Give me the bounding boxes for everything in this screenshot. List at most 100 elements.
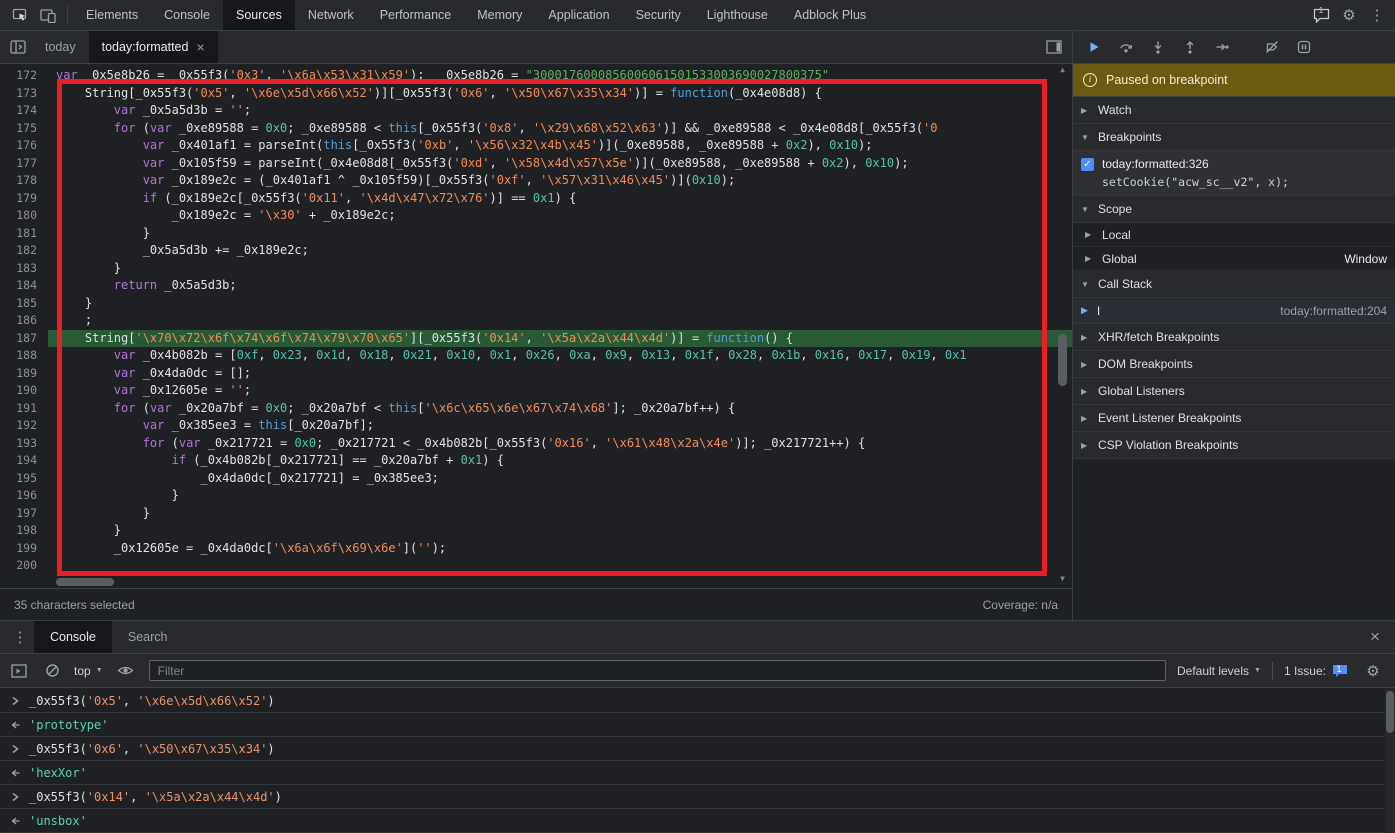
- line-number[interactable]: 182: [0, 242, 48, 260]
- console-result-row[interactable]: 'hexXor': [0, 761, 1385, 785]
- close-drawer-icon[interactable]: ×: [1361, 624, 1389, 650]
- tab-performance[interactable]: Performance: [367, 0, 465, 30]
- resume-script-icon[interactable]: [1081, 35, 1107, 59]
- line-number[interactable]: 172: [0, 67, 48, 85]
- section-xhr-fetch-breakpoints[interactable]: ▶XHR/fetch Breakpoints: [1073, 324, 1395, 351]
- editor-horizontal-scrollbar[interactable]: [48, 576, 1050, 588]
- navigator-toggle-icon[interactable]: [4, 34, 32, 60]
- file-tab-today-formatted[interactable]: today:formatted ×: [89, 31, 218, 63]
- pause-on-exceptions-icon[interactable]: [1291, 35, 1317, 59]
- section-watch[interactable]: ▶ Watch: [1073, 97, 1395, 124]
- code-line-183[interactable]: 183 }: [0, 260, 1072, 278]
- code-line-191[interactable]: 191 for (var _0x20a7bf = 0x0; _0x20a7bf …: [0, 400, 1072, 418]
- line-number[interactable]: 192: [0, 417, 48, 435]
- section-event-listener-breakpoints[interactable]: ▶Event Listener Breakpoints: [1073, 405, 1395, 432]
- line-number[interactable]: 188: [0, 347, 48, 365]
- line-number[interactable]: 179: [0, 190, 48, 208]
- tab-network[interactable]: Network: [295, 0, 367, 30]
- tab-memory[interactable]: Memory: [464, 0, 535, 30]
- console-input-row[interactable]: _0x55f3('0x6', '\x50\x67\x35\x34'): [0, 737, 1385, 761]
- line-number[interactable]: 200: [0, 557, 48, 575]
- section-call-stack[interactable]: ▼ Call Stack: [1073, 271, 1395, 298]
- tab-lighthouse[interactable]: Lighthouse: [694, 0, 781, 30]
- step-out-icon[interactable]: [1177, 35, 1203, 59]
- inspect-element-icon[interactable]: [6, 2, 34, 28]
- code-line-192[interactable]: 192 var _0x385ee3 = this[_0x20a7bf];: [0, 417, 1072, 435]
- line-number[interactable]: 189: [0, 365, 48, 383]
- scrollbar-thumb[interactable]: [1386, 691, 1394, 733]
- code-line-177[interactable]: 177 var _0x105f59 = parseInt(_0x4e08d8[_…: [0, 155, 1072, 173]
- more-options-icon[interactable]: ⋮: [1363, 2, 1391, 28]
- code-line-198[interactable]: 198 }: [0, 522, 1072, 540]
- code-line-181[interactable]: 181 }: [0, 225, 1072, 243]
- console-scrollbar[interactable]: [1385, 689, 1395, 833]
- line-number[interactable]: 193: [0, 435, 48, 453]
- breakpoint-checkbox[interactable]: ✓: [1081, 158, 1094, 171]
- line-number[interactable]: 197: [0, 505, 48, 523]
- line-number[interactable]: 184: [0, 277, 48, 295]
- section-scope[interactable]: ▼ Scope: [1073, 196, 1395, 223]
- scroll-down-icon[interactable]: ▼: [1060, 573, 1065, 585]
- settings-gear-icon[interactable]: ⚙: [1335, 2, 1363, 28]
- section-csp-violation-breakpoints[interactable]: ▶CSP Violation Breakpoints: [1073, 432, 1395, 459]
- file-tab-today[interactable]: today: [32, 31, 89, 63]
- line-number[interactable]: 191: [0, 400, 48, 418]
- code-line-194[interactable]: 194 if (_0x4b082b[_0x217721] == _0x20a7b…: [0, 452, 1072, 470]
- line-number[interactable]: 190: [0, 382, 48, 400]
- tab-search[interactable]: Search: [112, 621, 184, 653]
- line-number[interactable]: 195: [0, 470, 48, 488]
- section-global-listeners[interactable]: ▶Global Listeners: [1073, 378, 1395, 405]
- scroll-up-icon[interactable]: ▲: [1060, 64, 1065, 76]
- line-number[interactable]: 175: [0, 120, 48, 138]
- step-over-icon[interactable]: [1113, 35, 1139, 59]
- code-line-190[interactable]: 190 var _0x12605e = '';: [0, 382, 1072, 400]
- deactivate-breakpoints-icon[interactable]: [1259, 35, 1285, 59]
- console-result-row[interactable]: 'unsbox': [0, 809, 1385, 833]
- code-line-172[interactable]: 172var _0x5e8b26 = _0x55f3('0x3', '\x6a\…: [0, 67, 1072, 85]
- context-selector[interactable]: top ▼: [74, 664, 103, 678]
- console-input-row[interactable]: _0x55f3('0x5', '\x6e\x5d\x66\x52'): [0, 689, 1385, 713]
- line-number[interactable]: 198: [0, 522, 48, 540]
- line-number[interactable]: 174: [0, 102, 48, 120]
- device-toolbar-icon[interactable]: [34, 2, 62, 28]
- console-settings-gear-icon[interactable]: ⚙: [1359, 658, 1387, 684]
- call-stack-frame[interactable]: ▶ I today:formatted:204: [1073, 298, 1395, 324]
- issues-counter[interactable]: 1 Issue: 1: [1284, 664, 1348, 678]
- code-line-178[interactable]: 178 var _0x189e2c = (_0x401af1 ^ _0x105f…: [0, 172, 1072, 190]
- code-line-186[interactable]: 186 ;: [0, 312, 1072, 330]
- section-breakpoints[interactable]: ▼ Breakpoints: [1073, 124, 1395, 151]
- code-line-173[interactable]: 173 String[_0x55f3('0x5', '\x6e\x5d\x66\…: [0, 85, 1072, 103]
- line-number[interactable]: 196: [0, 487, 48, 505]
- tab-adblock-plus[interactable]: Adblock Plus: [781, 0, 879, 30]
- line-number[interactable]: 199: [0, 540, 48, 558]
- tab-security[interactable]: Security: [623, 0, 694, 30]
- live-expression-eye-icon[interactable]: [114, 658, 138, 684]
- drawer-menu-icon[interactable]: ⋮: [6, 624, 34, 650]
- code-line-196[interactable]: 196 }: [0, 487, 1072, 505]
- code-line-193[interactable]: 193 for (var _0x217721 = 0x0; _0x217721 …: [0, 435, 1072, 453]
- scrollbar-thumb[interactable]: [56, 578, 114, 586]
- code-line-179[interactable]: 179 if (_0x189e2c[_0x55f3('0x11', '\x4d\…: [0, 190, 1072, 208]
- code-line-188[interactable]: 188 var _0x4b082b = [0xf, 0x23, 0x1d, 0x…: [0, 347, 1072, 365]
- line-number[interactable]: 186: [0, 312, 48, 330]
- console-filter-input[interactable]: [149, 660, 1166, 681]
- dock-panel-icon[interactable]: [1040, 34, 1068, 60]
- breakpoint-entry[interactable]: ✓ today:formatted:326 setCookie("acw_sc_…: [1073, 151, 1395, 196]
- tab-elements[interactable]: Elements: [73, 0, 151, 30]
- step-into-icon[interactable]: [1145, 35, 1171, 59]
- console-input-row[interactable]: _0x55f3('0x14', '\x5a\x2a\x44\x4d'): [0, 785, 1385, 809]
- log-levels-dropdown[interactable]: Default levels ▼: [1177, 664, 1261, 678]
- scope-global[interactable]: ▶ Global Window: [1073, 247, 1395, 271]
- close-tab-icon[interactable]: ×: [196, 40, 204, 54]
- code-line-176[interactable]: 176 var _0x401af1 = parseInt(this[_0x55f…: [0, 137, 1072, 155]
- code-line-195[interactable]: 195 _0x4da0dc[_0x217721] = _0x385ee3;: [0, 470, 1072, 488]
- line-number[interactable]: 183: [0, 260, 48, 278]
- tab-console[interactable]: Console: [34, 621, 112, 653]
- code-line-189[interactable]: 189 var _0x4da0dc = [];: [0, 365, 1072, 383]
- code-line-174[interactable]: 174 var _0x5a5d3b = '';: [0, 102, 1072, 120]
- line-number[interactable]: 173: [0, 85, 48, 103]
- line-number[interactable]: 177: [0, 155, 48, 173]
- code-line-184[interactable]: 184 return _0x5a5d3b;: [0, 277, 1072, 295]
- code-line-175[interactable]: 175 for (var _0xe89588 = 0x0; _0xe89588 …: [0, 120, 1072, 138]
- editor-vertical-scrollbar[interactable]: ▲ ▼: [1056, 64, 1069, 585]
